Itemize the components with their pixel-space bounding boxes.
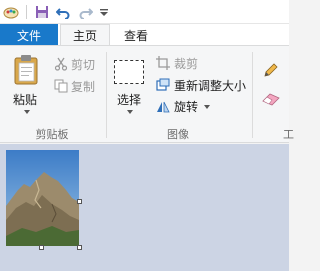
resize-icon [156,78,170,95]
ribbon-home: 粘贴 剪切 复制 剪贴板 选择 裁剪 重新调整大小 旋转 图像 工 [0,45,294,143]
group-separator [252,52,253,138]
redo-icon[interactable] [78,4,94,20]
select-dropdown-icon[interactable] [127,110,133,114]
tab-view[interactable]: 查看 [112,24,160,46]
save-icon[interactable] [34,4,50,20]
tab-home[interactable]: 主页 [60,24,110,46]
quick-access-separator [26,5,27,19]
select-icon[interactable] [114,60,144,84]
crop-button[interactable]: 裁剪 [174,55,198,72]
clipboard-group-label: 剪贴板 [35,128,69,141]
cut-icon [54,57,68,74]
customize-dropdown-icon[interactable] [96,4,112,20]
tab-file[interactable]: 文件 [0,24,58,46]
canvas-image[interactable] [6,150,79,246]
rotate-button[interactable]: 旋转 [174,98,198,115]
paste-dropdown-icon[interactable] [24,110,30,114]
tools-group-label: 工 [283,128,294,141]
paint-app-icon [3,4,19,20]
eraser-icon[interactable] [262,92,280,109]
paste-label[interactable]: 粘贴 [13,91,37,108]
crop-icon [156,56,170,73]
rotate-icon [156,99,170,116]
paste-icon [14,55,38,85]
resize-handle-bottom[interactable] [39,245,44,250]
canvas-workspace[interactable] [0,144,289,271]
pencil-icon[interactable] [263,62,279,81]
resize-handle-right[interactable] [77,199,82,204]
paste-button[interactable] [13,54,41,89]
ribbon-tab-row: 文件 主页 查看 [0,24,289,46]
group-separator [106,52,107,138]
mountain-photo [6,150,79,246]
cut-button[interactable]: 剪切 [71,56,95,73]
copy-button[interactable]: 复制 [71,78,95,95]
title-bar [0,0,289,24]
rotate-dropdown-icon[interactable] [204,105,210,109]
undo-icon[interactable] [55,4,71,20]
resize-handle-corner[interactable] [77,245,82,250]
resize-button[interactable]: 重新调整大小 [174,77,246,94]
select-button[interactable]: 选择 [117,91,141,108]
image-group-label: 图像 [167,128,189,141]
copy-icon [54,79,68,96]
